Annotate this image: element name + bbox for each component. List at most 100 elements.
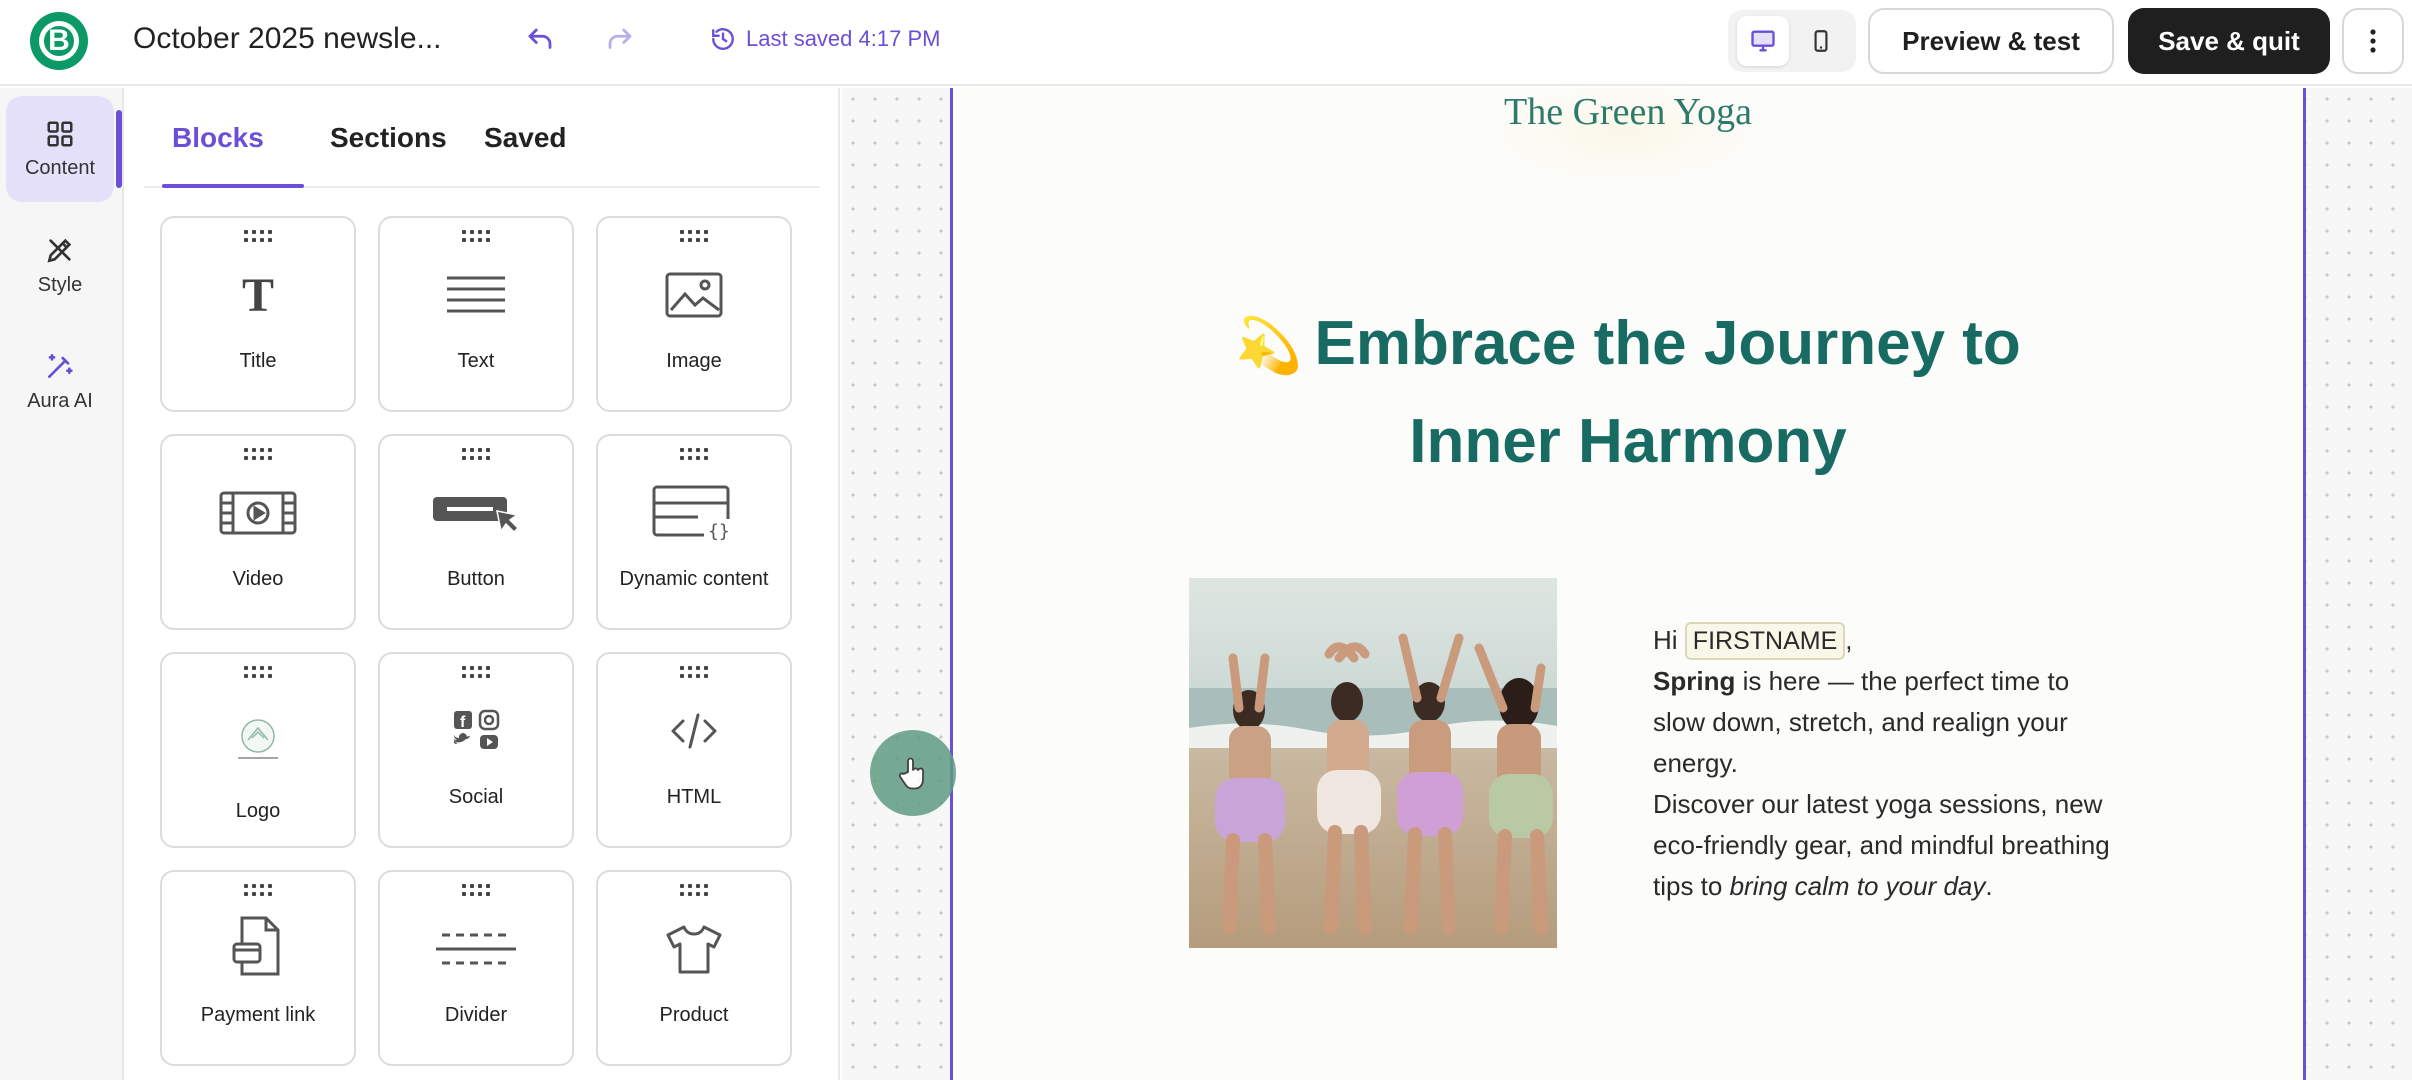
brush-pen-icon [47,238,72,262]
button-icon [431,478,521,548]
paragraph-2-italic: bring calm to your day [1729,871,1986,901]
social-icons: f [431,698,521,768]
rail-item-style[interactable]: Style [6,212,114,318]
tab-saved[interactable]: Saved [484,122,567,154]
rail-item-content[interactable]: Content [6,96,122,202]
firstname-merge-tag[interactable]: FIRSTNAME [1684,622,1846,660]
drag-handle-icon[interactable] [462,884,490,896]
logo-icon [213,706,303,776]
email-body-text[interactable]: Hi FIRSTNAME, Spring is here — the perfe… [1653,620,2123,907]
desktop-view-button[interactable] [1737,16,1789,66]
magic-wand-icon [48,353,73,378]
divider-icon [431,914,521,984]
block-label: Logo [235,800,281,822]
title-icon: T [241,268,274,322]
headline-line-2: Inner Harmony [1409,407,1847,476]
code-icon [649,696,739,766]
image-icon [649,260,739,330]
spring-bold: Spring [1653,666,1736,696]
block-label: Social [448,786,504,808]
rail-item-aura-ai[interactable]: Aura AI [6,328,114,434]
panel-tabs: Blocks Sections Saved [144,88,820,188]
tshirt-icon [649,914,739,984]
left-rail: Content Style Aura AI [0,88,124,1080]
drag-handle-icon[interactable] [680,230,708,242]
document-title[interactable]: October 2025 newsle... [133,22,442,56]
paragraph-1: Spring is here — the perfect time to slo… [1653,661,2123,784]
block-label: Video [232,568,284,590]
paragraph-2: Discover our latest yoga sessions, new e… [1653,784,2123,907]
block-video[interactable]: Video [160,434,356,630]
block-divider[interactable]: Divider [378,870,574,1066]
yoga-photo[interactable] [1189,578,1557,948]
drag-handle-icon[interactable] [680,666,708,678]
video-icon [213,478,303,548]
drag-handle-icon[interactable] [462,230,490,242]
drag-handle-icon[interactable] [680,448,708,460]
block-label: Dynamic content [619,568,769,590]
tab-sections[interactable]: Sections [330,122,447,154]
redo-icon[interactable] [600,20,640,60]
block-image[interactable]: Image [596,216,792,412]
payment-link-icon [213,912,303,982]
block-label: Title [239,350,277,372]
drag-handle-icon[interactable] [244,230,272,242]
drag-handle-icon[interactable] [680,884,708,896]
brevo-logo[interactable]: B [30,12,88,70]
block-label: Divider [444,1004,508,1026]
block-label: Image [666,350,722,372]
greeting-comma: , [1845,625,1853,655]
rail-label: Style [37,273,83,296]
email-preview[interactable]: The Green Yoga 💫 Embrace the Journey to I… [950,78,2306,1080]
email-headline[interactable]: 💫 Embrace the Journey to Inner Harmony [953,296,2303,490]
device-toggle [1728,10,1856,72]
top-bar: B October 2025 newsle... Last saved 4:17… [0,0,2412,86]
preview-test-button[interactable]: Preview & test [1868,8,2114,74]
block-payment-link[interactable]: Payment link [160,870,356,1066]
drag-handle-icon[interactable] [244,884,272,896]
logo-letter: B [39,21,79,61]
save-quit-button[interactable]: Save & quit [2128,8,2330,74]
block-button[interactable]: Button [378,434,574,630]
svg-text:{}: {} [708,521,730,541]
hand-cursor-icon [898,757,924,790]
drag-cursor-indicator [870,730,956,816]
drag-handle-icon[interactable] [462,448,490,460]
block-text[interactable]: Text [378,216,574,412]
block-label: Payment link [200,1004,316,1026]
email-brand-logo[interactable]: The Green Yoga [953,90,2303,134]
rail-label: Aura AI [27,389,93,412]
active-tab-indicator [162,184,304,188]
block-dynamic-content[interactable]: {} Dynamic content [596,434,792,630]
drag-handle-icon[interactable] [462,666,490,678]
dynamic-content-icon: {} [649,478,739,548]
block-label: Button [447,568,505,590]
block-title[interactable]: T Title [160,216,356,412]
text-lines-icon [431,260,521,330]
block-html[interactable]: HTML [596,652,792,848]
drag-handle-icon[interactable] [244,448,272,460]
content-panel: Blocks Sections Saved T Title Text Image… [126,88,840,1080]
more-vertical-icon [2370,29,2376,53]
last-saved-status[interactable]: Last saved 4:17 PM [710,26,940,52]
history-icon [712,28,734,50]
tab-blocks[interactable]: Blocks [172,122,264,154]
block-logo[interactable]: Logo [160,652,356,848]
more-options-button[interactable] [2342,8,2404,74]
mobile-view-button[interactable] [1795,16,1847,66]
svg-text:f: f [460,714,466,731]
block-label: Text [457,350,495,372]
greeting-line: Hi FIRSTNAME, [1653,620,2123,661]
block-product[interactable]: Product [596,870,792,1066]
drag-handle-icon[interactable] [244,666,272,678]
sparkle-emoji: 💫 [1235,316,1303,376]
block-social[interactable]: f Social [378,652,574,848]
headline-line-1: Embrace the Journey to [1314,309,2021,378]
paragraph-2-period: . [1985,871,1993,901]
mobile-icon [1814,30,1828,52]
last-saved-text: Last saved 4:17 PM [746,26,941,51]
undo-icon[interactable] [520,20,560,60]
block-label: Product [659,1004,729,1026]
grid-icon [47,121,73,146]
rail-label: Content [24,156,96,179]
